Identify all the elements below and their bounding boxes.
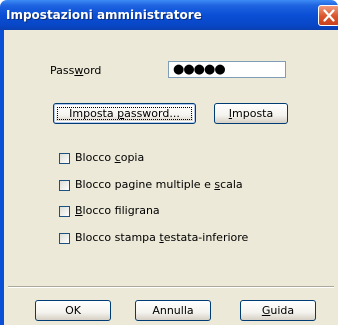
- ok-button[interactable]: OK: [35, 300, 111, 321]
- lock-watermark-label[interactable]: Blocco filigrana: [75, 204, 160, 217]
- lock-multipage-scale-label[interactable]: Blocco pagine multiple e scala: [75, 178, 243, 191]
- password-input[interactable]: ●●●●●: [168, 61, 286, 78]
- password-label: Password: [50, 64, 102, 77]
- lock-multipage-scale-checkbox[interactable]: [59, 180, 70, 191]
- close-button[interactable]: [318, 5, 338, 26]
- cancel-button[interactable]: Annulla: [135, 300, 211, 321]
- close-icon: [323, 9, 335, 22]
- lock-watermark-checkbox[interactable]: [59, 206, 70, 217]
- lock-header-footer-checkbox[interactable]: [59, 233, 70, 244]
- lock-copy-checkbox[interactable]: [59, 153, 70, 164]
- title-bar[interactable]: Impostazioni amministratore: [0, 0, 338, 30]
- window-title: Impostazioni amministratore: [6, 8, 202, 22]
- lock-header-footer-label[interactable]: Blocco stampa testata-inferiore: [75, 231, 248, 244]
- help-button[interactable]: Guida: [240, 300, 316, 321]
- set-password-button[interactable]: Imposta password...: [53, 103, 196, 124]
- footer-separator: [8, 286, 334, 288]
- lock-copy-label[interactable]: Blocco copia: [75, 151, 144, 164]
- set-button[interactable]: Imposta: [214, 103, 288, 124]
